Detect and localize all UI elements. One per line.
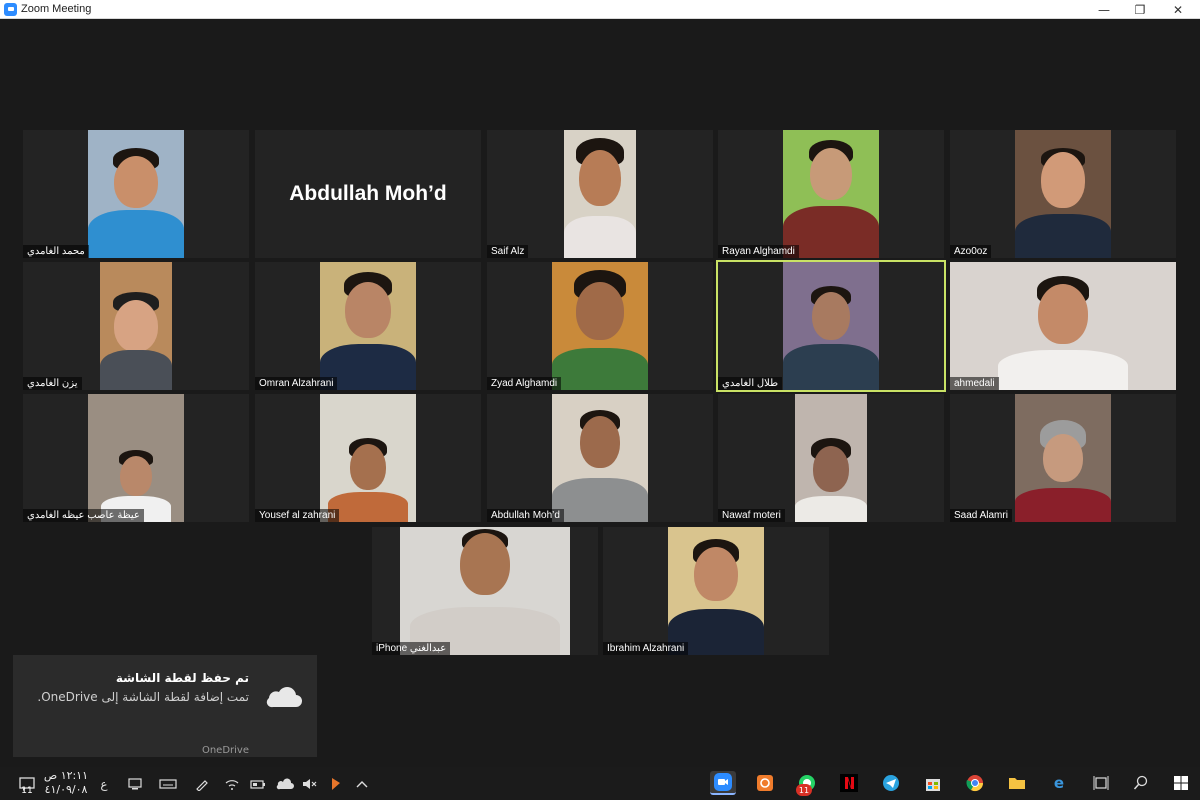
participant-name: Saad Alamri: [950, 509, 1012, 522]
participant-name: Yousef al zahrani: [255, 509, 340, 522]
participant-name: Abdullah Moh’d: [487, 509, 564, 522]
telegram-taskbar-icon[interactable]: [878, 771, 904, 795]
participant-video: [564, 130, 636, 258]
participant-name: iPhone عبدالغني: [372, 642, 451, 655]
participant-video: [1015, 394, 1111, 522]
participant-tile[interactable]: ahmedali: [950, 262, 1176, 390]
participant-tile[interactable]: يزن الغامدي: [23, 262, 249, 390]
participant-video: [668, 527, 764, 655]
task-view-icon[interactable]: [1088, 771, 1114, 795]
participant-name: Rayan Alghamdi: [718, 245, 799, 258]
participant-name: طلال الغامدي: [718, 377, 783, 390]
participant-tile[interactable]: Nawaf moteri: [718, 394, 944, 522]
participant-tile[interactable]: Ibrahim Alzahrani: [603, 527, 829, 655]
store-taskbar-icon[interactable]: [920, 771, 946, 795]
clock-date: ٤١/٠٩/٠٨: [44, 783, 88, 796]
participant-tile[interactable]: Omran Alzahrani: [255, 262, 481, 390]
zoom-taskbar-icon[interactable]: [710, 771, 736, 795]
desktop-icon[interactable]: [124, 767, 146, 800]
participant-tile[interactable]: Abdullah Moh’d: [487, 394, 713, 522]
keyboard-icon[interactable]: [156, 767, 180, 800]
clock-time: ١٢:١١ ص: [43, 769, 89, 782]
participant-name: Zyad Alghamdi: [487, 377, 562, 390]
taskbar-clock[interactable]: ١٢:١١ ص ٤١/٠٩/٠٨: [40, 769, 92, 797]
participant-tile[interactable]: Yousef al zahrani: [255, 394, 481, 522]
close-button[interactable]: ✕: [1160, 0, 1196, 19]
participant-video: [950, 262, 1176, 390]
participant-name: محمد الغامدي: [23, 245, 89, 258]
participant-tile-active-speaker[interactable]: طلال الغامدي: [716, 260, 946, 392]
minimize-button[interactable]: —: [1086, 0, 1122, 19]
participant-name: ahmedali: [950, 377, 999, 390]
window-title: Zoom Meeting: [21, 3, 92, 15]
participant-tile[interactable]: Abdullah Moh’d: [255, 130, 481, 258]
whatsapp-badge: 11: [796, 784, 812, 796]
onedrive-notification[interactable]: تم حفظ لقطة الشاشة تمت إضافة لقطة الشاشة…: [13, 655, 317, 757]
notification-count-badge: 11: [21, 786, 33, 796]
onedrive-tray-icon[interactable]: [274, 767, 296, 800]
wifi-icon[interactable]: [222, 767, 242, 800]
participant-video: [320, 262, 416, 390]
netflix-taskbar-icon[interactable]: [836, 771, 862, 795]
file-explorer-taskbar-icon[interactable]: [1004, 771, 1030, 795]
participant-name: Azo0oz: [950, 245, 992, 258]
start-windows-icon[interactable]: [1168, 771, 1194, 795]
participant-video: [552, 394, 648, 522]
show-hidden-icons-chevron-up-icon[interactable]: [352, 767, 372, 800]
volume-muted-icon[interactable]: [300, 767, 320, 800]
notification-source: OneDrive: [201, 745, 249, 756]
edge-taskbar-icon[interactable]: e: [1046, 771, 1072, 795]
gallery-view: محمد الغامدي Abdullah Moh’d Saif Alz Ray…: [0, 19, 1200, 767]
participant-name: Ibrahim Alzahrani: [603, 642, 689, 655]
participant-name: Omran Alzahrani: [255, 377, 338, 390]
notification-title: تم حفظ لقطة الشاشة: [115, 671, 249, 685]
participant-video: [88, 394, 184, 522]
participant-tile[interactable]: Saif Alz: [487, 130, 713, 258]
participant-video: [320, 394, 416, 522]
notification-body: تمت إضافة لقطة الشاشة إلى OneDrive.: [37, 690, 249, 704]
zoom-app-icon: [4, 2, 17, 16]
participant-name: Saif Alz: [487, 245, 529, 258]
participant-name: Nawaf moteri: [718, 509, 785, 522]
participant-name-placeholder: Abdullah Moh’d: [289, 182, 447, 205]
participant-tile[interactable]: Zyad Alghamdi: [487, 262, 713, 390]
input-language[interactable]: ع: [96, 767, 112, 800]
participant-tile[interactable]: محمد الغامدي: [23, 130, 249, 258]
chrome-taskbar-icon[interactable]: [962, 771, 988, 795]
participant-tile[interactable]: iPhone عبدالغني: [372, 527, 598, 655]
participant-name: عيظة عاصب عيظه الغامدي: [23, 509, 144, 522]
participant-tile[interactable]: Rayan Alghamdi: [718, 130, 944, 258]
snip-tool-taskbar-icon[interactable]: [752, 771, 778, 795]
svg-text:e: e: [1054, 774, 1064, 792]
participant-video: [783, 130, 879, 258]
maximize-button[interactable]: ❐: [1122, 0, 1158, 19]
participant-video: [400, 527, 570, 655]
participant-tile[interactable]: عيظة عاصب عيظه الغامدي: [23, 394, 249, 522]
participant-video: [795, 394, 867, 522]
tray-app-icon[interactable]: [326, 767, 346, 800]
onedrive-cloud-icon: [266, 687, 302, 708]
participant-video: [1015, 130, 1111, 258]
pen-icon[interactable]: [192, 767, 212, 800]
battery-icon[interactable]: [248, 767, 268, 800]
participant-tile[interactable]: Saad Alamri: [950, 394, 1176, 522]
window-titlebar: Zoom Meeting — ❐ ✕: [0, 0, 1200, 19]
participant-video: [88, 130, 184, 258]
search-icon[interactable]: [1128, 771, 1154, 795]
participant-video: [100, 262, 172, 390]
participant-video: [783, 262, 879, 390]
participant-tile[interactable]: Azo0oz: [950, 130, 1176, 258]
participant-name: يزن الغامدي: [23, 377, 82, 390]
participant-video: [552, 262, 648, 390]
taskbar: 11 ١٢:١١ ص ٤١/٠٩/٠٨ ع 11 e: [0, 767, 1200, 800]
